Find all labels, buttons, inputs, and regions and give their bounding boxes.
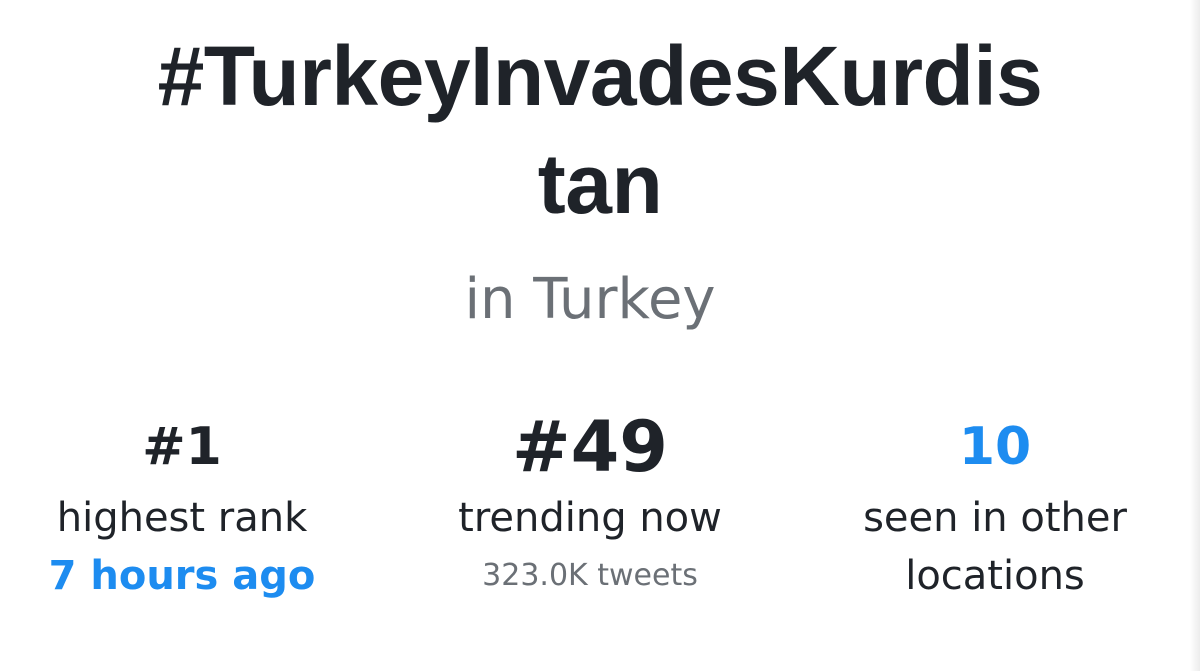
trend-hashtag: #TurkeyInvadesKurdis tan <box>0 22 1200 238</box>
trending-now-label: trending now <box>458 495 722 541</box>
other-locations-label-line2: locations <box>905 553 1085 599</box>
trend-hashtag-line1: #TurkeyInvadesKurdis <box>157 29 1043 123</box>
stat-other-locations[interactable]: 10 seen in other locations <box>795 405 1195 605</box>
other-locations-count[interactable]: 10 <box>795 405 1195 489</box>
stat-trending-now: #49 trending now 323.0K tweets <box>390 405 790 605</box>
other-locations-label-line1: seen in other <box>863 495 1127 541</box>
highest-rank-label: highest rank <box>56 495 308 541</box>
trend-hashtag-line2: tan <box>537 137 663 231</box>
trending-now-value: #49 <box>511 406 669 488</box>
trend-location: in Turkey <box>464 267 716 332</box>
scrollbar-edge[interactable] <box>1190 0 1200 671</box>
tweet-count: 323.0K tweets <box>482 558 698 593</box>
trend-card: #TurkeyInvadesKurdis tan in Turkey #1 hi… <box>0 0 1200 671</box>
stat-highest-rank: #1 highest rank 7 hours ago <box>0 405 382 605</box>
highest-rank-time-link[interactable]: 7 hours ago <box>0 547 382 605</box>
highest-rank-value: #1 <box>142 417 222 477</box>
